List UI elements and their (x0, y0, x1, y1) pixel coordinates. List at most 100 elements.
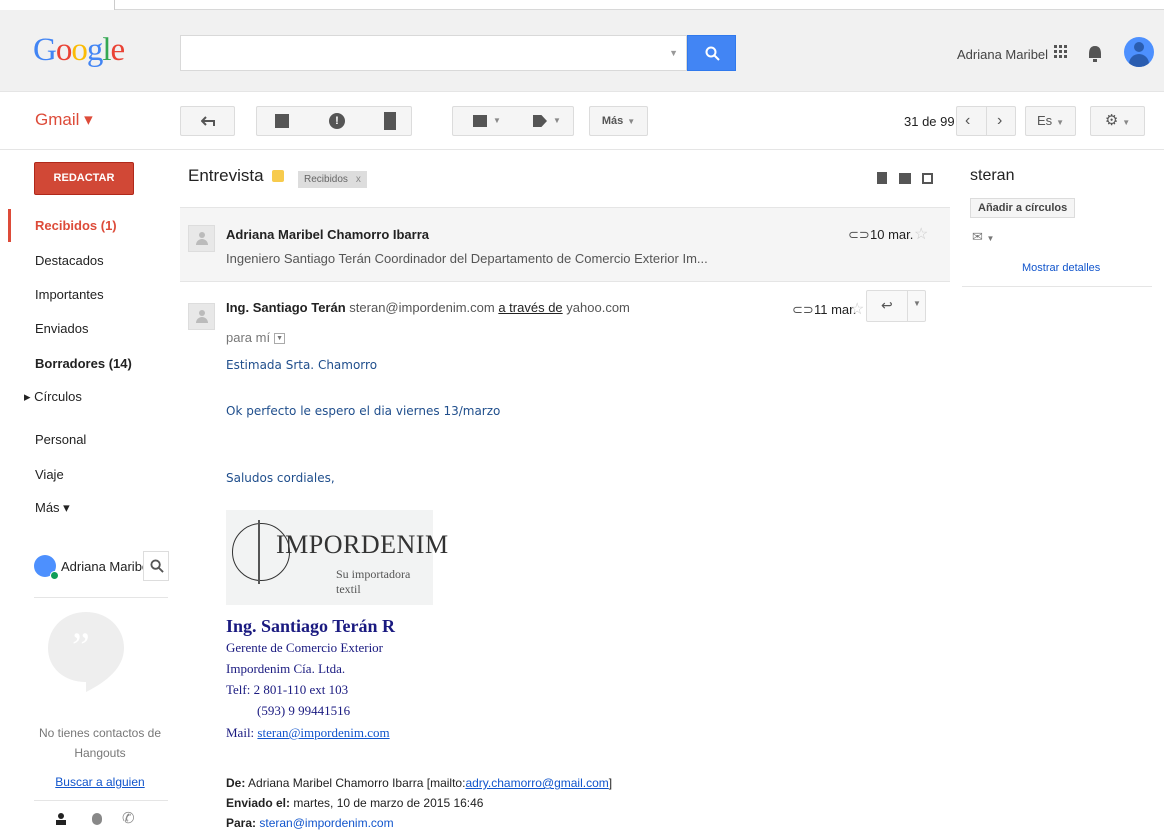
search-input[interactable]: ▼ (180, 35, 687, 71)
signature-mobile: (593) 9 99441516 (257, 703, 351, 718)
bell-icon[interactable] (1087, 45, 1103, 63)
sidebar: REDACTAR Recibidos (1) Destacados Import… (0, 150, 180, 837)
svg-text:”: ” (72, 624, 90, 669)
spam-icon[interactable]: ! (329, 113, 345, 129)
sender-avatar (188, 225, 215, 252)
sidebar-item-sent[interactable]: Enviados (35, 321, 88, 336)
sidebar-item-drafts[interactable]: Borradores (14) (35, 356, 132, 371)
signature-name: Ing. Santiago Terán R (226, 616, 396, 636)
expand-all-icon[interactable] (877, 172, 887, 184)
thread-subject: Entrevista (188, 166, 264, 185)
move-label-group: ▼ ▼ (452, 106, 574, 136)
signature-mail-link[interactable]: steran@impordenim.com (257, 725, 389, 740)
print-icon[interactable] (898, 173, 911, 184)
find-someone-link[interactable]: Buscar a alguien (25, 775, 175, 789)
signature-mail: Mail: steran@impordenim.com (226, 725, 390, 740)
forward-to: Para: steran@impordenim.com (226, 816, 394, 830)
no-contacts-text: No tienes contactos de Hangouts (38, 726, 162, 760)
add-to-circles-button[interactable]: Añadir a círculos (970, 198, 1076, 218)
language-button[interactable]: Es ▼ (1025, 106, 1076, 136)
message-date: 10 mar. (870, 227, 914, 242)
signature-company: Impordenim Cía. Ltda. (226, 661, 346, 676)
thread-actions (877, 172, 934, 187)
sender-email: steran@impordenim.com (349, 300, 495, 315)
tag-icon[interactable] (533, 115, 547, 127)
trash-icon[interactable] (384, 112, 396, 130)
actions-group: ! (256, 106, 412, 136)
pager: ‹ › (956, 106, 1016, 136)
divider (34, 597, 168, 598)
body-greeting: Estimada Srta. Chamorro (226, 358, 378, 372)
remove-label-icon[interactable]: x (356, 174, 361, 185)
star-icon[interactable]: ☆ (850, 299, 864, 319)
recipient-line: para mí ▼ (226, 330, 286, 345)
label-chip[interactable]: Recibidos x (298, 171, 367, 188)
sidebar-item-circles[interactable]: ▸ Círculos (24, 389, 82, 405)
message-view: Entrevista Recibidos x Adriana Maribel Ch… (180, 150, 950, 837)
folder-icon[interactable] (473, 115, 487, 127)
sender-name[interactable]: Ing. Santiago Terán (226, 300, 346, 315)
signature-phone: Telf: 2 801-110 ext 103 (226, 682, 349, 697)
active-indicator (8, 209, 11, 242)
sidebar-item-travel[interactable]: Viaje (35, 467, 64, 482)
sidebar-item-inbox[interactable]: Recibidos (1) (35, 218, 117, 233)
show-details-link[interactable]: Mostrar detalles (1022, 262, 1100, 274)
paperclip-icon: ⊂⊃ (792, 302, 814, 317)
app-switcher[interactable]: Gmail ▾ (35, 110, 93, 130)
sidebar-item-more[interactable]: Más ▾ (35, 500, 70, 516)
message-collapsed[interactable]: Adriana Maribel Chamorro Ibarra Ingenier… (180, 207, 950, 282)
back-button[interactable] (180, 106, 235, 136)
signature-title: Gerente de Comercio Exterior (226, 640, 384, 655)
phone-icon[interactable]: ✆ (122, 809, 135, 827)
reply-button[interactable]: ↩ ▼ (866, 290, 926, 322)
company-logo: IMPORDENIM Su importadora textil (226, 510, 448, 605)
search-icon (150, 559, 164, 573)
sender-avatar (188, 303, 215, 330)
header: Google ▼ Adriana Maribel (0, 10, 1164, 92)
message-snippet: Ingeniero Santiago Terán Coordinador del… (226, 251, 708, 266)
more-button[interactable]: Más ▼ (589, 106, 648, 136)
prev-icon[interactable]: ‹ (965, 107, 970, 135)
body-closing: Saludos cordiales, (226, 471, 335, 485)
next-icon[interactable]: › (997, 107, 1002, 135)
contact-name: steran (970, 167, 1015, 184)
body-line: Ok perfecto le espero el dia viernes 13/… (226, 404, 501, 418)
archive-icon[interactable] (275, 114, 289, 128)
online-status-icon (50, 571, 59, 580)
sender-name: Adriana Maribel Chamorro Ibarra (226, 227, 429, 242)
paperclip-icon: ⊂⊃ (848, 227, 870, 242)
show-details-icon[interactable]: ▼ (274, 333, 286, 345)
email-icon[interactable]: ✉ ▼ (972, 229, 994, 245)
apps-icon[interactable] (1054, 45, 1068, 59)
search-button[interactable] (687, 35, 736, 71)
contact-panel: steran Añadir a círculos ✉ ▼ Mostrar det… (962, 150, 1152, 837)
forward-from-link[interactable]: adry.chamorro@gmail.com (465, 776, 608, 790)
hangouts-search-button[interactable] (143, 551, 169, 581)
toolbar: Gmail ▾ ! ▼ ▼ Más ▼ 31 de 99 ‹ › Es ▼ ⚙ ▼ (0, 92, 1164, 150)
new-window-icon[interactable] (922, 173, 934, 184)
hangouts-user[interactable]: Adriana Maribel (34, 551, 169, 591)
account-name[interactable]: Adriana Maribel (957, 47, 1048, 62)
settings-button[interactable]: ⚙ ▼ (1090, 106, 1145, 136)
google-logo[interactable]: Google (33, 32, 125, 69)
person-icon[interactable] (56, 813, 66, 825)
divider (962, 286, 1152, 287)
back-arrow-icon (200, 115, 215, 126)
avatar[interactable] (1124, 37, 1154, 67)
via-link[interactable]: a través de (498, 300, 562, 315)
sidebar-item-important[interactable]: Importantes (35, 287, 104, 302)
compose-button[interactable]: REDACTAR (34, 162, 134, 195)
star-icon[interactable]: ☆ (914, 224, 928, 244)
reply-icon: ↩ (881, 297, 893, 313)
forward-from: De: Adriana Maribel Chamorro Ibarra [mai… (226, 776, 613, 790)
more-actions-icon[interactable]: ▼ (913, 299, 921, 308)
forward-sent: Enviado el: martes, 10 de marzo de 2015 … (226, 796, 484, 810)
search-options-icon[interactable]: ▼ (669, 48, 678, 58)
search-icon (705, 46, 720, 61)
top-strip-notch (0, 0, 115, 10)
message-counter: 31 de 99 (904, 114, 955, 129)
important-marker-icon[interactable] (272, 170, 284, 182)
chat-icon[interactable] (92, 813, 102, 825)
sidebar-item-starred[interactable]: Destacados (35, 253, 104, 268)
sidebar-item-personal[interactable]: Personal (35, 432, 86, 447)
